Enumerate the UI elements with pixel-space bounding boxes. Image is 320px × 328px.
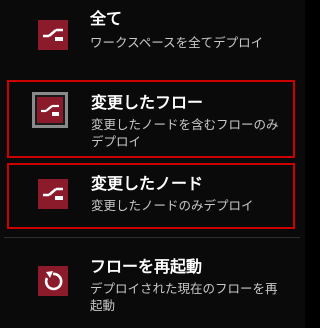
menu-item-description: デプロイされた現在のフローを再起動 — [90, 281, 278, 313]
menu-item-description: 変更したノードのみデプロイ — [91, 198, 254, 213]
menu-item-title: フローを再起動 — [90, 257, 203, 276]
restart-icon — [38, 266, 68, 296]
menu-item-deploy-flows[interactable]: 変更したフロー 変更したノードを含むフローのみデプロイ — [7, 80, 295, 158]
menu-item-description: ワークスペースを全てデプロイ — [90, 35, 264, 50]
menu-item-title: 全て — [90, 9, 123, 28]
menu-item-restart-flows[interactable]: フローを再起動 デプロイされた現在のフローを再起動 — [0, 246, 305, 326]
deploy-full-icon — [38, 20, 68, 50]
menu-item-title: 変更したノード — [91, 174, 204, 193]
deploy-flows-icon — [37, 97, 63, 123]
deploy-flows-icon-frame — [32, 92, 68, 128]
deploy-nodes-icon — [38, 179, 68, 209]
menu-divider — [4, 237, 300, 238]
menu-item-description: 変更したノードを含むフローのみデプロイ — [91, 117, 279, 149]
menu-item-deploy-nodes[interactable]: 変更したノード 変更したノードのみデプロイ — [7, 163, 295, 229]
menu-item-deploy-full[interactable]: 全て ワークスペースを全てデプロイ — [0, 2, 305, 68]
deploy-menu: 全て ワークスペースを全てデプロイ 変更したフロー 変更したノードを含むフローの… — [0, 0, 305, 328]
menu-item-title: 変更したフロー — [91, 93, 204, 112]
